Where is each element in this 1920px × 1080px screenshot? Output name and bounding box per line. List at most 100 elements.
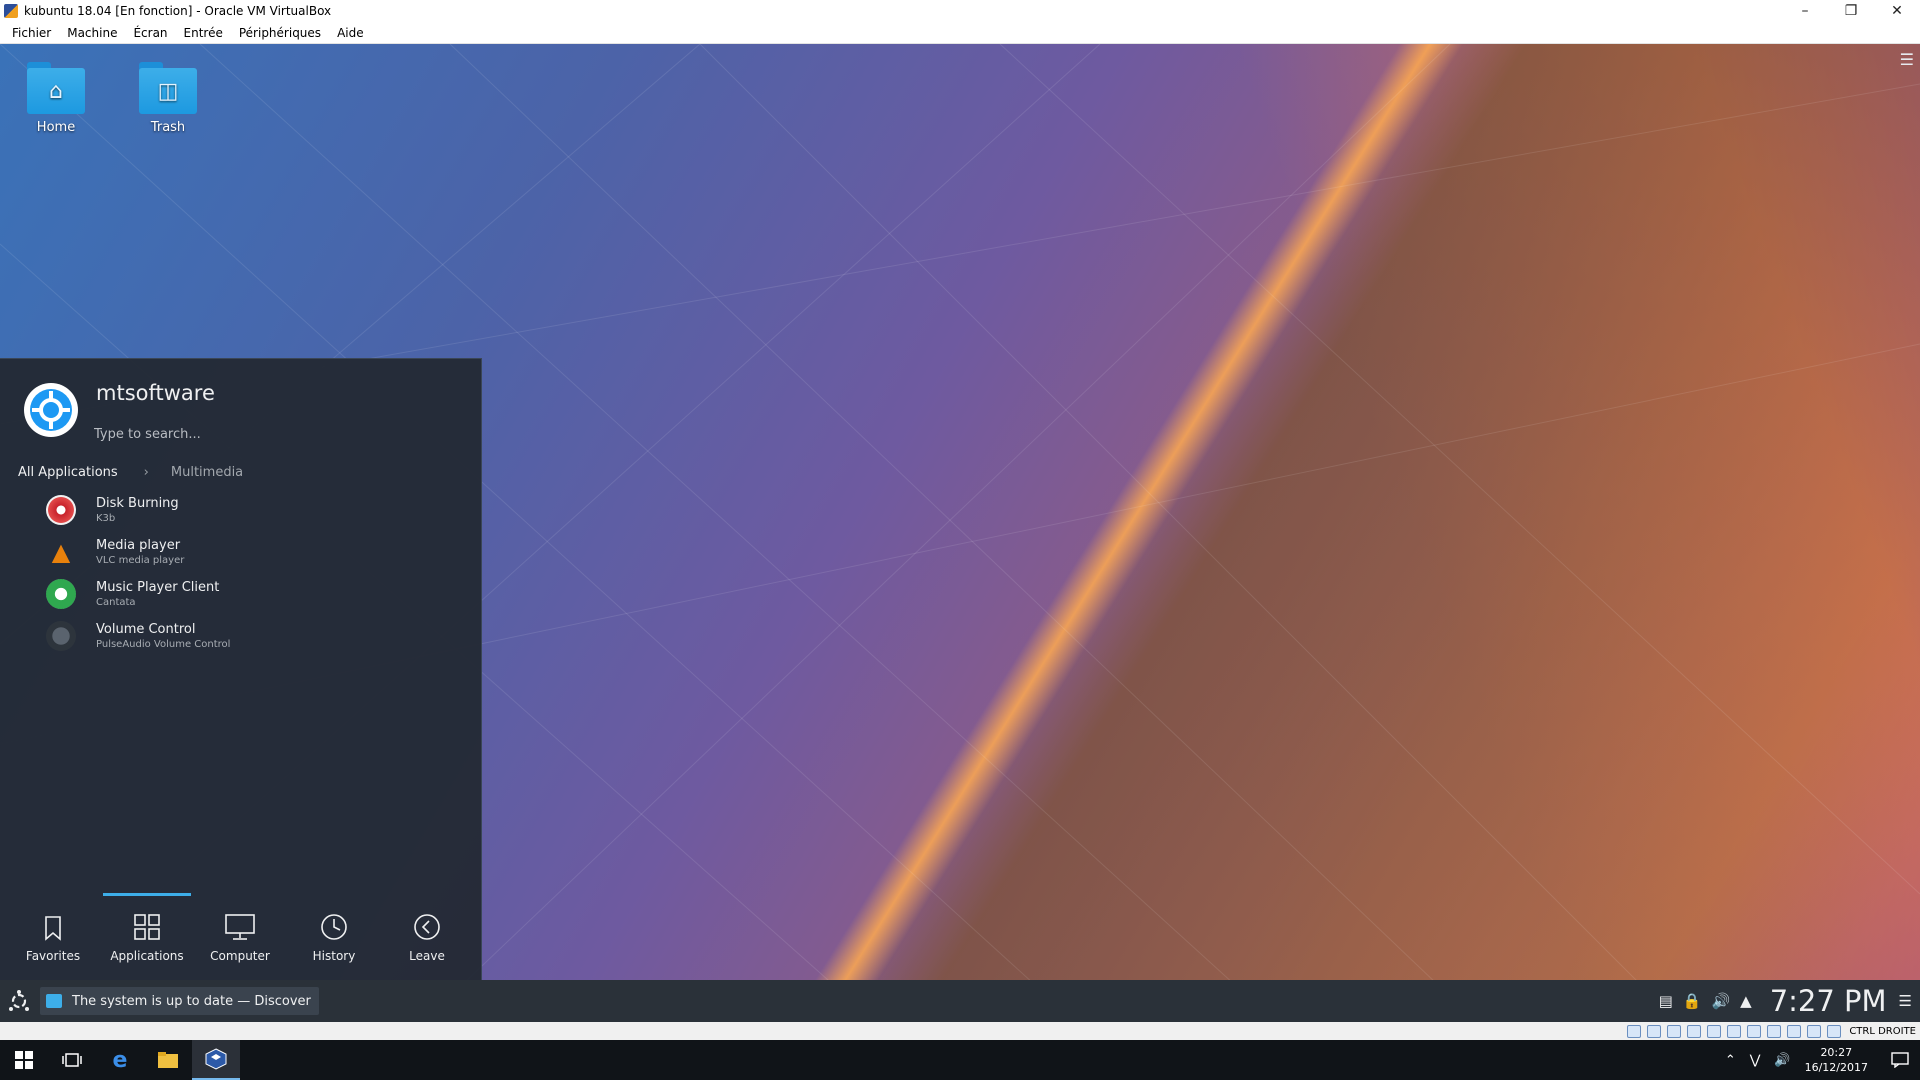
chevron-right-icon: › bbox=[143, 465, 149, 480]
vbox-status-bar: CTRL DROITE bbox=[0, 1022, 1920, 1040]
search-input[interactable] bbox=[94, 423, 454, 445]
show-hidden-icons-icon[interactable]: ⌃ bbox=[1725, 1053, 1736, 1068]
breadcrumb: All Applications › Multimedia bbox=[18, 465, 243, 480]
tab-label: Favorites bbox=[25, 949, 81, 963]
tab-history[interactable]: History bbox=[294, 909, 374, 963]
host-key-label: CTRL DROITE bbox=[1849, 1025, 1916, 1037]
tab-label: History bbox=[312, 949, 356, 963]
shared-folders-icon[interactable] bbox=[1727, 1024, 1742, 1038]
windows-tray: ⌃ ⋁ 🔊 bbox=[1725, 1053, 1791, 1068]
minimize-button[interactable]: – bbox=[1782, 0, 1828, 22]
desktop-toolbox-icon[interactable]: ☰ bbox=[1900, 50, 1914, 69]
app-item-disk-burning[interactable]: Disk Burning K3b bbox=[0, 489, 482, 531]
app-description: VLC media player bbox=[96, 554, 185, 566]
hard-disk-icon[interactable] bbox=[1627, 1024, 1642, 1038]
cpu-icon[interactable] bbox=[1787, 1024, 1802, 1038]
edge-browser-icon[interactable]: e bbox=[96, 1040, 144, 1080]
kickoff-tab-bar: Favorites Applications Computer History bbox=[0, 887, 482, 987]
app-item-music-player-client[interactable]: Music Player Client Cantata bbox=[0, 573, 482, 615]
applications-grid-icon bbox=[107, 909, 187, 941]
trash-icon: ◫ bbox=[139, 62, 197, 114]
desktop-icon-trash[interactable]: ◫ Trash bbox=[123, 62, 213, 135]
application-launcher-icon[interactable] bbox=[2, 984, 36, 1018]
leave-arrow-icon bbox=[387, 909, 467, 941]
desktop-icon-label: Trash bbox=[150, 120, 186, 135]
virtualbox-taskbar-icon[interactable] bbox=[192, 1040, 240, 1080]
computer-monitor-icon bbox=[200, 909, 280, 941]
app-description: Cantata bbox=[96, 596, 136, 608]
active-tab-indicator bbox=[103, 893, 191, 896]
optical-drive-icon[interactable] bbox=[1647, 1024, 1662, 1038]
file-explorer-icon[interactable] bbox=[144, 1040, 192, 1080]
clock-history-icon bbox=[294, 909, 374, 941]
usb-icon[interactable] bbox=[1707, 1024, 1722, 1038]
panel-settings-icon[interactable]: ☰ bbox=[1899, 992, 1912, 1010]
windows-time: 20:27 bbox=[1820, 1046, 1853, 1059]
display-icon[interactable] bbox=[1747, 1024, 1762, 1038]
tab-label: Leave bbox=[409, 949, 445, 963]
cantata-icon bbox=[46, 579, 76, 609]
network-adapter-icon[interactable] bbox=[1687, 1024, 1702, 1038]
app-name: Music Player Client bbox=[96, 579, 220, 595]
mouse-integration-icon[interactable] bbox=[1807, 1024, 1822, 1038]
taskbar-item-discover[interactable]: The system is up to date — Discover bbox=[40, 987, 319, 1015]
breadcrumb-all-applications[interactable]: All Applications bbox=[18, 465, 118, 480]
menu-peripheriques[interactable]: Périphériques bbox=[231, 26, 329, 40]
lock-icon[interactable]: 🔒 bbox=[1683, 992, 1702, 1010]
windows-date: 16/12/2017 bbox=[1804, 1061, 1868, 1074]
vbox-title-bar: kubuntu 18.04 [En fonction] - Oracle VM … bbox=[0, 0, 1920, 22]
notifications-icon[interactable] bbox=[1880, 1040, 1920, 1080]
plasma-panel: The system is up to date — Discover ▤ 🔒 … bbox=[0, 980, 1920, 1022]
task-label: The system is up to date — Discover bbox=[72, 993, 311, 1009]
app-description: K3b bbox=[96, 512, 116, 524]
menu-entree[interactable]: Entrée bbox=[176, 26, 231, 40]
windows-taskbar: e ⌃ ⋁ 🔊 20:27 16/12/2017 bbox=[0, 1040, 1920, 1080]
kickoff-launcher: mtsoftware All Applications › Multimedia… bbox=[0, 358, 482, 986]
menu-ecran[interactable]: Écran bbox=[125, 26, 175, 40]
close-button[interactable]: ✕ bbox=[1874, 0, 1920, 22]
user-name: mtsoftware bbox=[96, 381, 215, 405]
volume-icon[interactable]: 🔊 bbox=[1711, 992, 1730, 1010]
home-icon: ⌂ bbox=[27, 62, 85, 114]
windows-start-icon[interactable] bbox=[0, 1040, 48, 1080]
vlc-icon: ▲ bbox=[51, 538, 71, 566]
video-capture-icon[interactable] bbox=[1767, 1024, 1782, 1038]
windows-clock[interactable]: 20:27 16/12/2017 bbox=[1805, 1045, 1868, 1075]
audio-icon[interactable] bbox=[1667, 1024, 1682, 1038]
menu-machine[interactable]: Machine bbox=[59, 26, 125, 40]
breadcrumb-current[interactable]: Multimedia bbox=[171, 465, 243, 480]
virtualbox-icon bbox=[4, 4, 18, 18]
app-name: Disk Burning bbox=[96, 495, 179, 511]
tab-leave[interactable]: Leave bbox=[387, 909, 467, 963]
application-list: Disk Burning K3b ▲ Media player VLC medi… bbox=[0, 489, 482, 657]
app-description: PulseAudio Volume Control bbox=[96, 638, 231, 650]
menu-aide[interactable]: Aide bbox=[329, 26, 372, 40]
desktop-icon-home[interactable]: ⌂ Home bbox=[11, 62, 101, 135]
discover-icon bbox=[46, 994, 62, 1008]
network-icon[interactable]: ▤ bbox=[1659, 992, 1673, 1010]
app-item-volume-control[interactable]: Volume Control PulseAudio Volume Control bbox=[0, 615, 482, 657]
system-tray: ▤ 🔒 🔊 ▲ bbox=[1659, 992, 1752, 1010]
wifi-icon[interactable]: ⋁ bbox=[1750, 1053, 1761, 1068]
app-name: Volume Control bbox=[96, 621, 196, 637]
tab-label: Applications bbox=[110, 949, 184, 963]
panel-clock[interactable]: 7:27 PM bbox=[1770, 984, 1887, 1018]
bookmark-icon bbox=[13, 909, 93, 941]
task-view-icon[interactable] bbox=[48, 1040, 96, 1080]
restore-button[interactable]: ❐ bbox=[1828, 0, 1874, 22]
speaker-icon[interactable]: 🔊 bbox=[1774, 1053, 1790, 1068]
volume-control-icon bbox=[46, 621, 76, 651]
tab-label: Computer bbox=[210, 949, 270, 963]
tray-expand-icon[interactable]: ▲ bbox=[1740, 992, 1752, 1010]
tab-favorites[interactable]: Favorites bbox=[13, 909, 93, 963]
guest-display: ⌂ Home ◫ Trash ☰ mtsoftware Type to sear… bbox=[0, 44, 1920, 1044]
tab-applications[interactable]: Applications bbox=[107, 909, 187, 963]
menu-fichier[interactable]: Fichier bbox=[4, 26, 59, 40]
desktop-icon-label: Home bbox=[36, 120, 76, 135]
window-title: kubuntu 18.04 [En fonction] - Oracle VM … bbox=[24, 4, 332, 18]
keyboard-icon[interactable] bbox=[1827, 1024, 1842, 1038]
tab-computer[interactable]: Computer bbox=[200, 909, 280, 963]
app-name: Media player bbox=[96, 537, 181, 553]
app-item-media-player[interactable]: ▲ Media player VLC media player bbox=[0, 531, 482, 573]
vbox-menu-bar: Fichier Machine Écran Entrée Périphériqu… bbox=[0, 22, 1920, 44]
